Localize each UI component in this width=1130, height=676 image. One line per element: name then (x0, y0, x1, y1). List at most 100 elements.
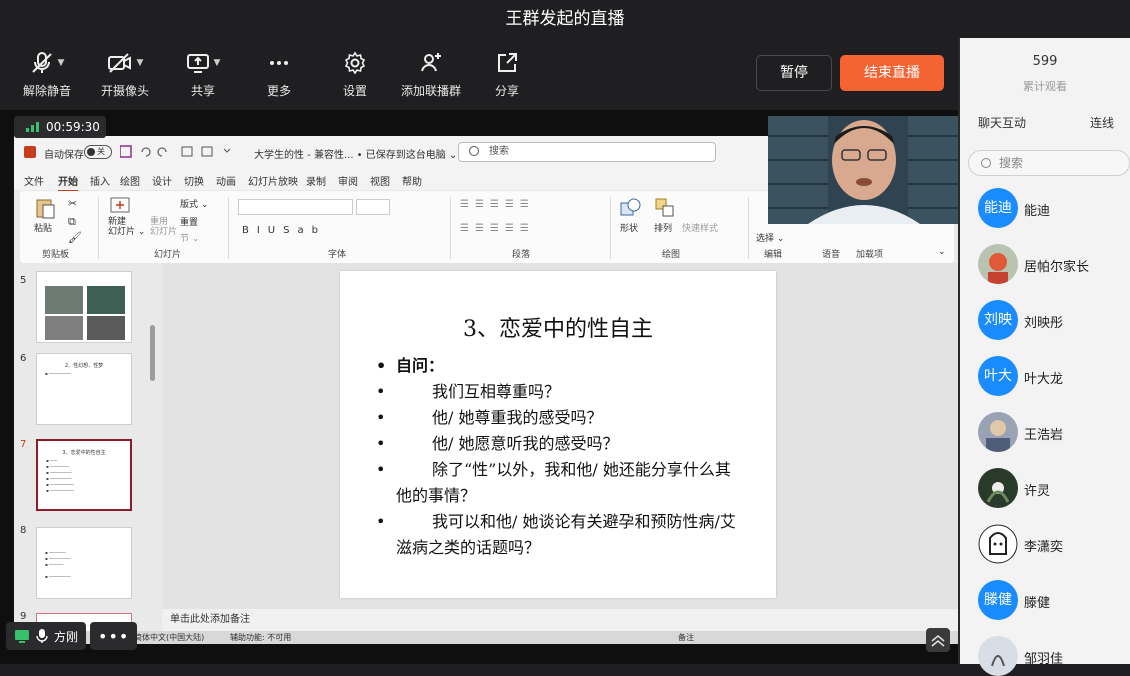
ppt-status-bar: 简体中文(中国大陆) 辅助功能: 不可用 备注 (14, 631, 960, 644)
share-screen-button[interactable]: ▼ 共享 (168, 50, 238, 99)
quick-style-label: 快速样式 (682, 224, 719, 234)
format-painter-icon[interactable]: 🖌 (68, 231, 82, 244)
add-host-label: 添加联播群 (400, 84, 461, 98)
member-item[interactable]: 叶大 叶大龙 (978, 356, 1130, 396)
tab-chat[interactable]: 聊天互动 (978, 114, 1026, 131)
slide-bullet-lead: 自问： (376, 353, 746, 379)
layout-button[interactable]: 版式 ⌄ (180, 197, 208, 210)
member-name: 邹羽佳 (1024, 652, 1064, 667)
tab-link[interactable]: 连线 (1090, 114, 1114, 131)
section-button[interactable]: 节 ⌄ (180, 231, 199, 244)
tab-view[interactable]: 视图 (370, 173, 390, 188)
paste-icon[interactable] (34, 197, 56, 219)
member-item[interactable]: 邹羽佳 (978, 636, 1130, 676)
quick-access-icons[interactable] (120, 145, 240, 159)
camera-button[interactable]: ▼ 开摄像头 (90, 50, 160, 99)
member-name: 王浩岩 (1024, 428, 1064, 443)
presenter-camera-view[interactable] (768, 116, 960, 224)
slide-bullet: 他/ 她愿意听我的感受吗？ (376, 431, 746, 457)
external-share-icon (498, 53, 517, 72)
member-item[interactable]: 能迪 能迪 (978, 188, 1130, 228)
chevron-down-icon: ▼ (213, 58, 221, 68)
ppt-search-box[interactable]: 搜索 (458, 142, 716, 162)
avatar (978, 412, 1018, 452)
end-live-button[interactable]: 结束直播 (840, 55, 944, 91)
reset-button[interactable]: 重置 (180, 215, 198, 228)
slide-thumbnail-pane: 5 6 2、性幻想、性梦 ▪ ───────── 7 3、恋爱中的性自主 ▪ ─… (14, 263, 162, 644)
member-name: 能迪 (1024, 204, 1051, 219)
tab-insert[interactable]: 插入 (90, 173, 110, 188)
shapes-label: 形状 (620, 224, 639, 234)
forward-share-button[interactable]: 分享 (472, 50, 542, 99)
member-item[interactable]: 许灵 (978, 468, 1130, 508)
tab-review[interactable]: 审阅 (338, 173, 358, 188)
thumb-number: 6 (20, 353, 27, 364)
member-name: 李潇奕 (1024, 540, 1064, 555)
tab-help[interactable]: 帮助 (402, 173, 422, 188)
powerpoint-logo-icon (24, 146, 36, 158)
font-name-combobox[interactable] (238, 199, 353, 215)
member-item[interactable]: 刘映 刘映彤 (978, 300, 1130, 340)
current-slide[interactable]: 3、恋爱中的性自主 自问： 我们互相尊重吗？ 他/ 她尊重我的感受吗？ 他/ 她… (340, 271, 776, 598)
group-clipboard: 剪贴板 (42, 250, 70, 260)
slide-thumbnail-5[interactable] (36, 271, 132, 343)
gear-icon (344, 51, 366, 75)
live-timer-text: 00:59:30 (46, 120, 100, 134)
cut-icon[interactable]: ✂ (68, 197, 77, 210)
presenter-badge[interactable]: 方刚 (6, 622, 87, 650)
more-label: 更多 (266, 84, 291, 98)
font-size-combobox[interactable] (356, 199, 390, 215)
slide-thumbnail-6[interactable]: 2、性幻想、性梦 ▪ ───────── (36, 353, 132, 425)
slide-bullet: 除了“性”以外，我和他/ 她还能分享什么其他的事情？ (376, 457, 746, 509)
tab-home[interactable]: 开始 (58, 173, 78, 192)
status-accessibility[interactable]: 辅助功能: 不可用 (230, 632, 291, 643)
group-drawing: 绘图 (662, 250, 681, 260)
member-item[interactable]: 居帕尔家长 (978, 244, 1130, 284)
slide-thumbnail-8[interactable]: ▪ ─────── ▪ ───────── ▪ ────── ▪ ───────── (36, 527, 132, 599)
new-slide-icon[interactable] (110, 197, 130, 215)
slide-thumbnail-7-selected[interactable]: 3、恋爱中的性自主 ▪ ─── ▪ ──────── ▪ ───────── ▪ ──… (36, 439, 132, 511)
settings-button[interactable]: 设置 (320, 50, 390, 99)
tab-slideshow[interactable]: 幻灯片放映 (248, 173, 298, 188)
arrange-label: 排列 (654, 224, 673, 234)
avatar: 叶大 (978, 356, 1018, 396)
slide-bullet-list: 自问： 我们互相尊重吗？ 他/ 她尊重我的感受吗？ 他/ 她愿意听我的感受吗？ … (376, 353, 746, 561)
screen-share-icon (186, 54, 209, 73)
notes-placeholder[interactable]: 单击此处添加备注 (162, 609, 960, 631)
tab-transitions[interactable]: 切换 (184, 173, 204, 188)
thumb-number: 9 (20, 611, 27, 622)
avatar (978, 636, 1018, 676)
more-dots-icon (270, 61, 288, 65)
tab-file[interactable]: 文件 (24, 173, 44, 188)
tab-animations[interactable]: 动画 (216, 173, 236, 188)
add-host-group-button[interactable]: 添加联播群 (396, 50, 466, 99)
group-editing: 编辑 (764, 250, 783, 260)
font-format-buttons[interactable]: BIUSab (242, 225, 326, 236)
align-buttons[interactable]: ☰☰☰☰☰ (460, 223, 535, 234)
presenter-more-button[interactable]: ••• (90, 622, 138, 650)
thumbnail-scrollbar[interactable] (150, 325, 155, 381)
arrange-icon[interactable] (654, 197, 676, 219)
member-item[interactable]: 李潇奕 (978, 524, 1130, 564)
member-search-input[interactable]: 搜索 (968, 150, 1130, 176)
more-button[interactable]: 更多 (244, 50, 314, 99)
tab-design[interactable]: 设计 (152, 173, 172, 188)
tab-draw[interactable]: 绘图 (120, 173, 140, 188)
collapse-up-button[interactable] (926, 628, 950, 652)
chevron-down-icon: ▼ (57, 58, 65, 68)
presenter-video-icon (768, 116, 960, 224)
list-buttons[interactable]: ☰☰☰☰☰ (460, 199, 535, 210)
copy-icon[interactable]: ⧉ (68, 215, 76, 229)
ribbon-collapse-icon[interactable]: ⌄ (938, 247, 946, 257)
pause-button[interactable]: 暂停 (756, 55, 832, 91)
status-notes-button[interactable]: 备注 (678, 632, 694, 643)
tab-record[interactable]: 录制 (306, 173, 326, 188)
member-name: 叶大龙 (1024, 372, 1064, 387)
member-item[interactable]: 滕健 滕健 (978, 580, 1130, 620)
member-item[interactable]: 王浩岩 (978, 412, 1130, 452)
autosave-toggle[interactable]: 关 (84, 145, 112, 159)
select-button[interactable]: 选择 ⌄ (756, 231, 784, 244)
shapes-icon[interactable] (620, 197, 642, 219)
unmute-button[interactable]: ▼ 解除静音 (12, 50, 82, 99)
live-timer: 00:59:30 (14, 116, 106, 138)
